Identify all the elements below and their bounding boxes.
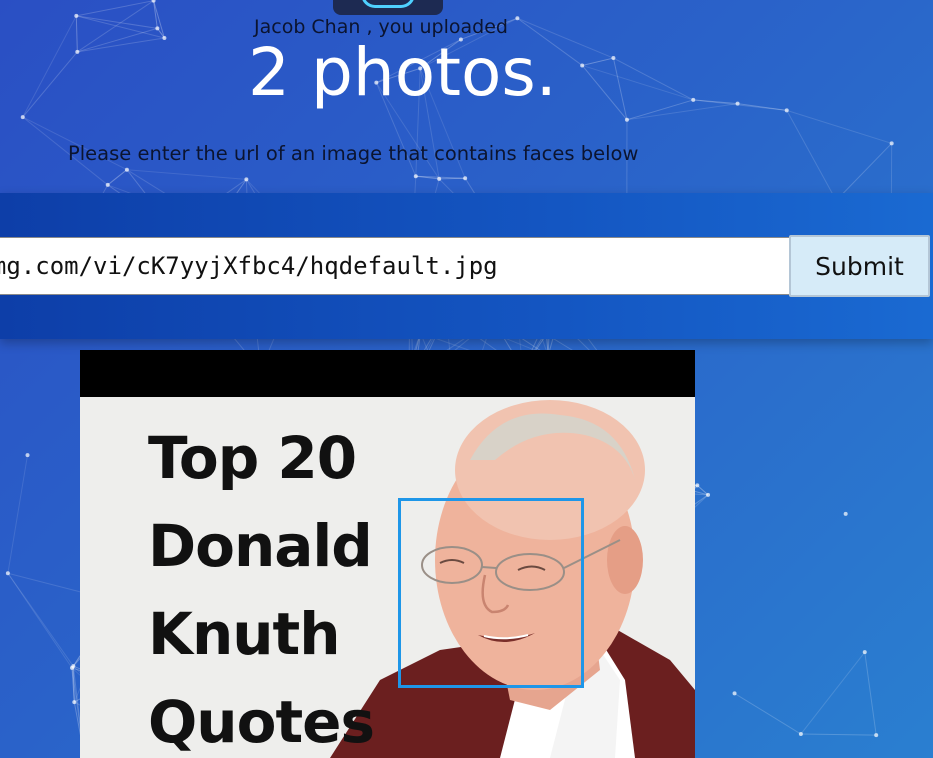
image-caption-line: Knuth xyxy=(148,600,341,668)
image-url-input[interactable]: timg.com/vi/cK7yyjXfbc4/hqdefault.jpg xyxy=(0,237,790,295)
result-image: Top 20 Donald Knuth Quotes xyxy=(80,350,695,758)
face-bounding-box xyxy=(398,498,584,688)
url-form: timg.com/vi/cK7yyjXfbc4/hqdefault.jpg Su… xyxy=(0,193,933,339)
instruction-text: Please enter the url of an image that co… xyxy=(68,142,639,165)
image-url-value: timg.com/vi/cK7yyjXfbc4/hqdefault.jpg xyxy=(0,252,498,280)
submit-button[interactable]: Submit xyxy=(789,235,930,297)
image-top-bar xyxy=(80,350,695,397)
image-caption-line: Top 20 xyxy=(148,424,357,492)
brain-logo-icon xyxy=(333,0,443,15)
image-caption-line: Donald xyxy=(148,512,373,580)
upload-count: 2 photos. xyxy=(248,34,557,111)
image-caption-line: Quotes xyxy=(148,688,375,756)
image-caption: Top 20 Donald Knuth Quotes xyxy=(148,414,388,758)
